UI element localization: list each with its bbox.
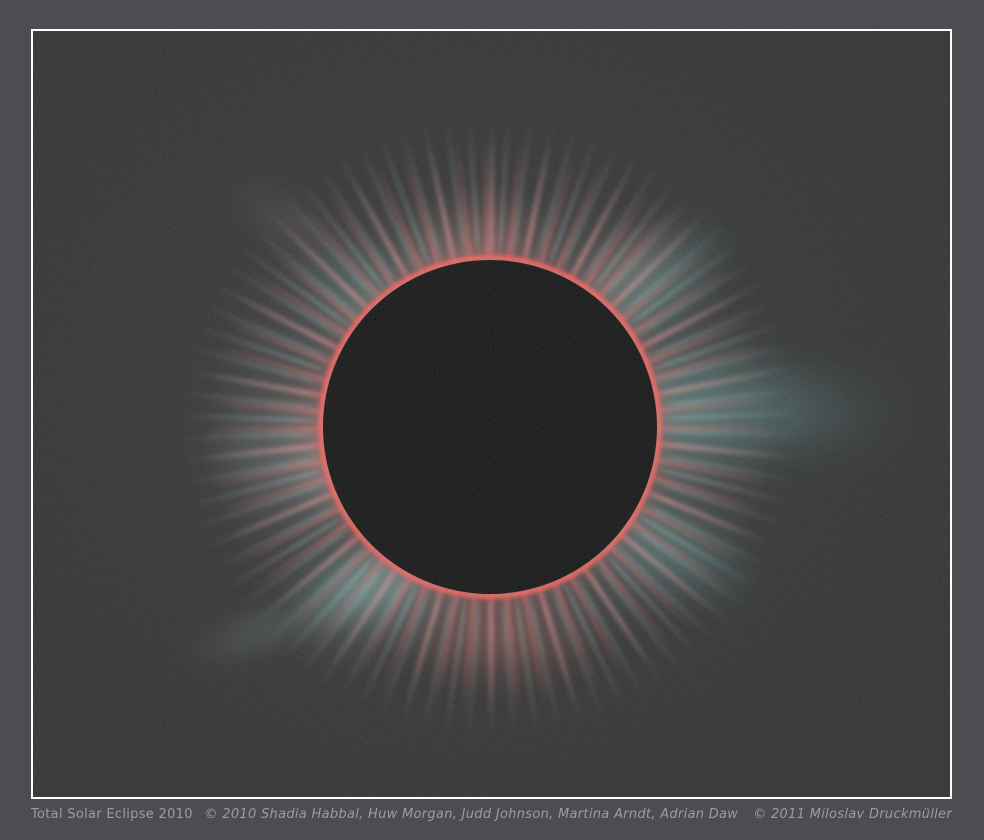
moon-disk <box>323 260 657 594</box>
copyright-processing: © 2011 Miloslav Druckmüller <box>753 807 952 822</box>
copyright-team: © 2010 Shadia Habbal, Huw Morgan, Judd J… <box>205 807 739 822</box>
caption-bar: Total Solar Eclipse 2010 © 2010 Shadia H… <box>31 807 952 822</box>
eclipse-photo <box>31 29 952 799</box>
copyright-group: © 2010 Shadia Habbal, Huw Morgan, Judd J… <box>205 807 952 822</box>
photo-title: Total Solar Eclipse 2010 <box>31 807 193 822</box>
page-background: Total Solar Eclipse 2010 © 2010 Shadia H… <box>0 0 984 840</box>
